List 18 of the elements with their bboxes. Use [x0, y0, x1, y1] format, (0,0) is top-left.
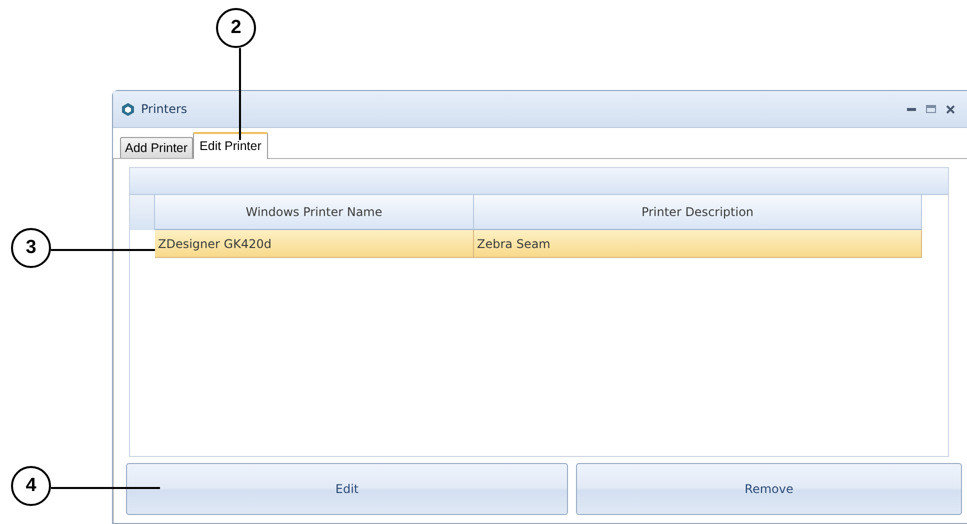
callout-number: 4	[11, 466, 51, 506]
table-cell: Zebra Seam	[474, 230, 922, 258]
callout-number: 2	[216, 8, 256, 48]
action-button[interactable]: Edit	[126, 463, 568, 515]
callout-number: 3	[11, 228, 51, 268]
column-header[interactable]: Windows Printer Name	[155, 195, 474, 230]
app-logo-icon	[121, 102, 135, 116]
row-header-corner	[130, 195, 155, 230]
maximize-icon[interactable]	[926, 105, 936, 113]
column-header[interactable]: Printer Description	[474, 195, 922, 230]
close-icon[interactable]	[946, 104, 955, 114]
table-row[interactable]: ZDesigner GK420d Zebra Seam	[130, 230, 948, 258]
action-button[interactable]: Remove	[576, 463, 962, 515]
tab[interactable]: Add Printer	[120, 137, 193, 158]
table-cell: ZDesigner GK420d	[155, 230, 474, 258]
tab[interactable]: Edit Printer	[192, 132, 268, 159]
minimize-icon[interactable]	[907, 107, 916, 111]
window-title: Printers	[141, 102, 188, 116]
